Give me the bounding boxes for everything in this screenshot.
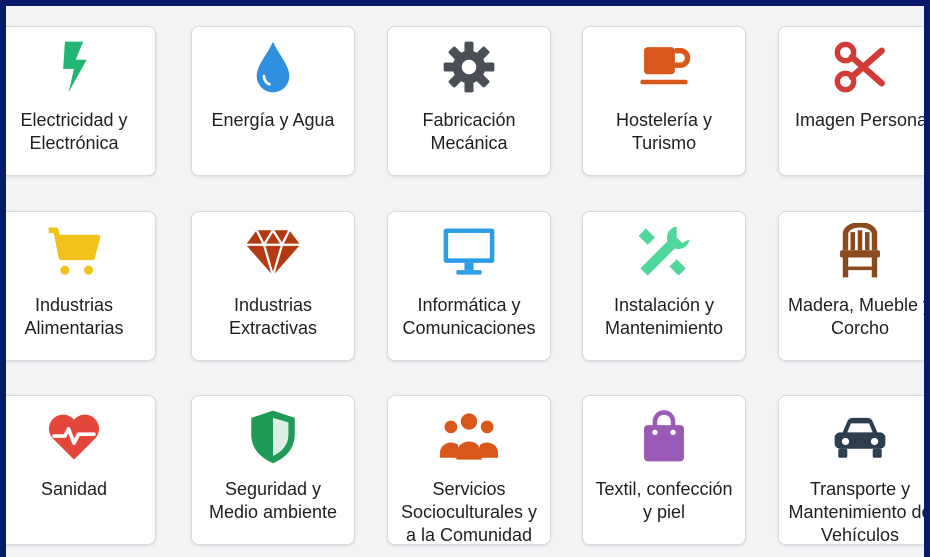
category-card[interactable]: Instalación y Mantenimiento bbox=[582, 211, 746, 361]
category-label: Hostelería y Turismo bbox=[615, 110, 713, 153]
category-card[interactable]: Energía y Agua bbox=[191, 26, 355, 176]
category-label: Seguridad y Medio ambiente bbox=[208, 479, 338, 522]
category-card[interactable]: Madera, Mueble y Corcho bbox=[778, 211, 924, 361]
heart-pulse-icon bbox=[44, 406, 104, 466]
coffee-cup-icon bbox=[634, 37, 694, 97]
category-card[interactable]: Electricidad y Electrónica bbox=[6, 26, 156, 176]
shield-icon bbox=[243, 406, 303, 466]
chair-icon bbox=[830, 222, 890, 282]
car-icon bbox=[830, 406, 890, 466]
category-label: Imagen Personal bbox=[795, 110, 924, 130]
category-card[interactable]: Industrias Alimentarias bbox=[6, 211, 156, 361]
category-label: Servicios Socioculturales y a la Comunid… bbox=[400, 479, 538, 545]
category-label: Fabricación Mecánica bbox=[422, 110, 516, 153]
scissors-icon bbox=[830, 37, 890, 97]
category-card[interactable]: Sanidad bbox=[6, 395, 156, 545]
category-card[interactable]: Fabricación Mecánica bbox=[387, 26, 551, 176]
category-card[interactable]: Servicios Socioculturales y a la Comunid… bbox=[387, 395, 551, 545]
category-label: Instalación y Mantenimiento bbox=[604, 295, 724, 338]
categories-viewport: Electricidad y Electrónica Energía y Agua… bbox=[6, 6, 924, 557]
category-label: Electricidad y Electrónica bbox=[20, 110, 128, 153]
gear-icon bbox=[439, 37, 499, 97]
category-label: Textil, confección y piel bbox=[595, 479, 733, 522]
category-label: Madera, Mueble y Corcho bbox=[787, 295, 924, 338]
tools-icon bbox=[634, 222, 694, 282]
diamond-icon bbox=[243, 222, 303, 282]
monitor-icon bbox=[439, 222, 499, 282]
shopping-bag-icon bbox=[634, 406, 694, 466]
shopping-cart-icon bbox=[44, 222, 104, 282]
lightning-bolt-icon bbox=[44, 37, 104, 97]
category-label: Industrias Extractivas bbox=[228, 295, 318, 338]
water-drop-icon bbox=[243, 37, 303, 97]
category-label: Sanidad bbox=[40, 479, 108, 499]
category-label: Industrias Alimentarias bbox=[24, 295, 124, 338]
category-card[interactable]: Transporte y Mantenimiento de Vehículos bbox=[778, 395, 924, 545]
category-label: Energía y Agua bbox=[211, 110, 335, 130]
people-group-icon bbox=[439, 406, 499, 466]
category-label: Informática y Comunicaciones bbox=[402, 295, 536, 338]
category-label: Transporte y Mantenimiento de Vehículos bbox=[788, 479, 924, 545]
category-card[interactable]: Informática y Comunicaciones bbox=[387, 211, 551, 361]
category-card[interactable]: Hostelería y Turismo bbox=[582, 26, 746, 176]
category-card[interactable]: Industrias Extractivas bbox=[191, 211, 355, 361]
category-card[interactable]: Imagen Personal bbox=[778, 26, 924, 176]
category-card[interactable]: Seguridad y Medio ambiente bbox=[191, 395, 355, 545]
category-card[interactable]: Textil, confección y piel bbox=[582, 395, 746, 545]
